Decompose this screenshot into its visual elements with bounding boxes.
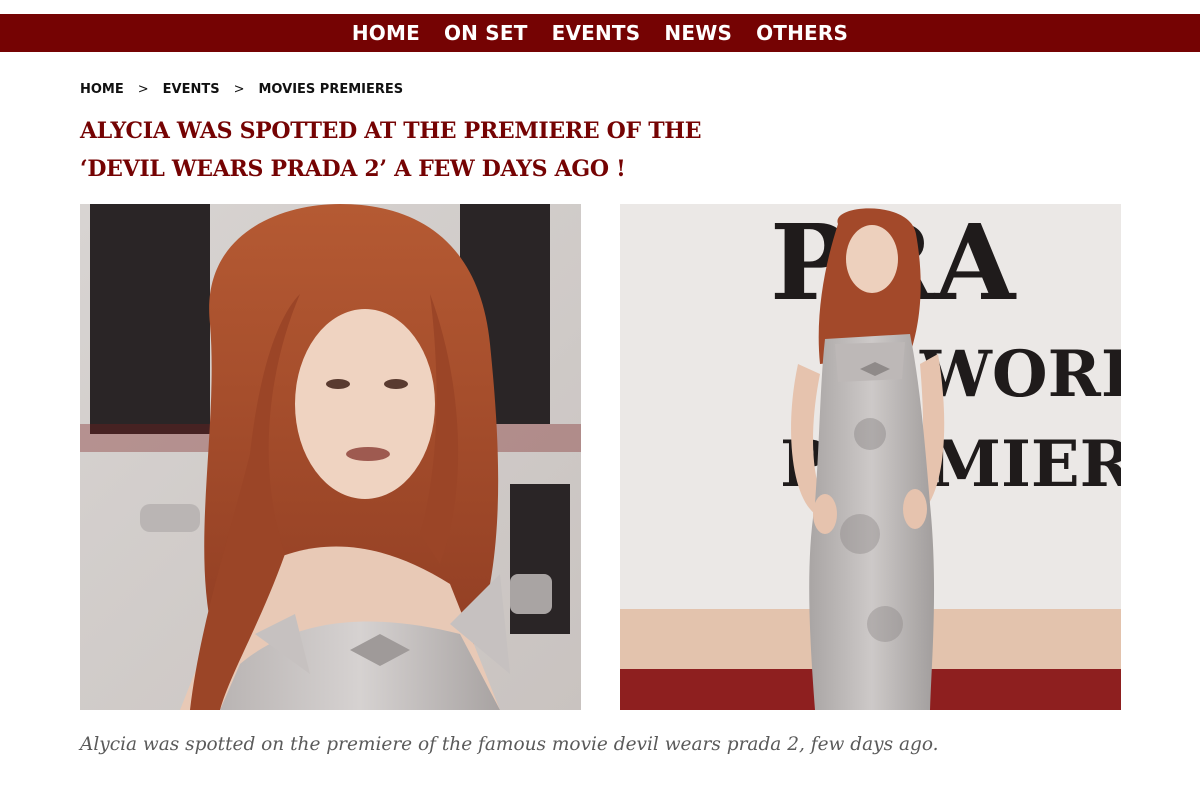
- backdrop-text-world: WORLD: [919, 337, 1121, 412]
- portrait-full-length-image: PRA WORLD PREMIER: [620, 204, 1121, 710]
- breadcrumb-home[interactable]: HOME: [80, 82, 124, 97]
- breadcrumb-separator: >: [233, 81, 245, 97]
- nav-link-home[interactable]: HOME: [352, 21, 420, 45]
- nav-link-others[interactable]: OTHERS: [756, 21, 848, 45]
- nav-link-events[interactable]: EVENTS: [552, 21, 641, 45]
- main-navbar: HOME ON SET EVENTS NEWS OTHERS: [0, 14, 1200, 52]
- breadcrumb: HOME > EVENTS > MOVIES PREMIERES: [80, 80, 403, 98]
- nav-link-on-set[interactable]: ON SET: [444, 21, 528, 45]
- post-title: ALYCIA WAS SPOTTED AT THE PREMIERE OF TH…: [80, 118, 702, 182]
- breadcrumb-movies-premieres[interactable]: MOVIES PREMIERES: [259, 82, 404, 97]
- nav-link-news[interactable]: NEWS: [664, 21, 732, 45]
- post-photo-full-length: PRA WORLD PREMIER: [620, 204, 1121, 710]
- photo-caption: Alycia was spotted on the premiere of th…: [80, 734, 939, 755]
- breadcrumb-separator: >: [137, 81, 149, 97]
- breadcrumb-events[interactable]: EVENTS: [163, 82, 220, 97]
- post-photo-closeup: [80, 204, 581, 710]
- portrait-closeup-image: [80, 204, 581, 710]
